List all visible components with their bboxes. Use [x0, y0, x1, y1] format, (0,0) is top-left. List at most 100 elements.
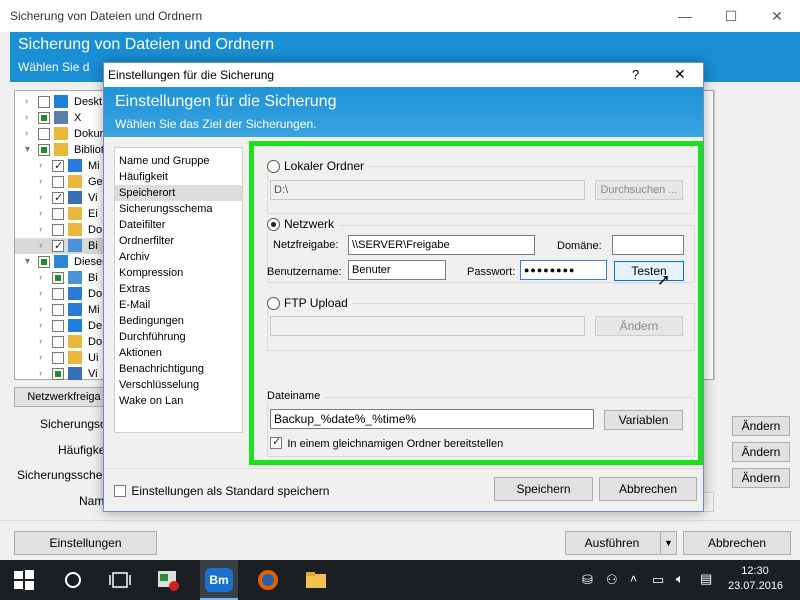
chevron-right-icon[interactable]: › — [39, 302, 49, 318]
tree-checkbox[interactable] — [52, 336, 64, 348]
variablen-button[interactable]: Variablen — [604, 410, 683, 430]
default-checkbox-row[interactable]: Einstellungen als Standard speichern — [114, 483, 329, 498]
tree-checkbox[interactable] — [52, 272, 64, 284]
chevron-right-icon[interactable]: › — [39, 334, 49, 350]
volume-icon[interactable]: 🔈︎ — [676, 571, 684, 587]
dateiname-field[interactable]: Backup_%date%_%time% — [270, 409, 594, 429]
people-icon[interactable]: ⚇ — [606, 572, 618, 588]
tree-checkbox[interactable] — [38, 256, 50, 268]
tree-row[interactable]: › X — [15, 110, 115, 126]
chevron-right-icon[interactable]: › — [25, 126, 35, 142]
tree-checkbox[interactable] — [38, 96, 50, 108]
nav-item[interactable]: Durchführung — [115, 329, 242, 345]
tree-checkbox[interactable] — [52, 158, 64, 174]
ftp-option[interactable]: FTP Upload — [267, 296, 352, 310]
dropdown-arrow-icon[interactable]: ▼ — [660, 532, 676, 554]
tree-checkbox[interactable] — [52, 352, 64, 364]
chevron-right-icon[interactable]: › — [39, 366, 49, 382]
tree-row[interactable]: › Vi — [15, 190, 115, 206]
chevron-right-icon[interactable]: › — [39, 206, 49, 222]
tree-row[interactable]: › Vi — [15, 366, 115, 382]
netzwerk-option[interactable]: Netzwerk — [267, 217, 339, 231]
nav-item[interactable]: Speicherort — [115, 185, 242, 201]
passwort-field[interactable]: ●●●●●●●● — [520, 260, 607, 280]
nav-item[interactable]: Name und Gruppe — [115, 153, 242, 169]
main-cancel-button[interactable]: Abbrechen — [683, 531, 791, 555]
chevron-right-icon[interactable]: › — [39, 318, 49, 334]
tree-checkbox[interactable] — [52, 208, 64, 220]
tree-checkbox[interactable] — [52, 304, 64, 316]
firefox-icon[interactable] — [256, 568, 280, 592]
chevron-right-icon[interactable]: › — [25, 94, 35, 110]
dialog-close-icon[interactable]: ✕ — [674, 66, 686, 83]
chevron-down-icon[interactable]: ▾ — [25, 142, 35, 158]
browse-button[interactable]: Durchsuchen ... — [595, 180, 683, 200]
nav-item[interactable]: Aktionen — [115, 345, 242, 361]
sicherungsschema-change-button[interactable]: Ändern — [732, 468, 790, 488]
tree-row[interactable]: › Bi — [15, 238, 115, 254]
haeufigkeit-change-button[interactable]: Ändern — [732, 442, 790, 462]
nav-item[interactable]: Verschlüsselung — [115, 377, 242, 393]
active-task-highlight[interactable]: Bm — [200, 560, 238, 600]
nav-item[interactable]: Wake on Lan — [115, 393, 242, 409]
clock[interactable]: 12:30 23.07.2016 — [728, 564, 783, 594]
local-path-field[interactable]: D:\ — [270, 180, 585, 200]
file-explorer-icon[interactable] — [304, 568, 328, 592]
ftp-change-button[interactable]: Ändern — [595, 316, 683, 336]
maximize-icon[interactable]: ☐ — [708, 0, 754, 32]
task-view-icon[interactable] — [108, 568, 132, 592]
minimize-icon[interactable]: — — [662, 0, 708, 32]
tree-checkbox[interactable] — [52, 320, 64, 332]
chevron-right-icon[interactable]: › — [39, 222, 49, 238]
tree-row[interactable]: › Do — [15, 286, 115, 302]
chevron-right-icon[interactable]: › — [39, 286, 49, 302]
tree-row[interactable]: › Deskt — [15, 94, 115, 110]
tree-row[interactable]: ▾ Dieser — [15, 254, 115, 270]
backup-app-icon[interactable] — [156, 568, 180, 592]
tree-checkbox[interactable] — [52, 238, 64, 254]
tree-row[interactable]: › Dokur — [15, 126, 115, 142]
ftp-field[interactable] — [270, 316, 585, 336]
main-titlebar[interactable]: Sicherung von Dateien und Ordnern — ☐ ✕ — [0, 0, 800, 32]
nav-item[interactable]: Extras — [115, 281, 242, 297]
chevron-right-icon[interactable]: › — [39, 350, 49, 366]
nav-item[interactable]: Dateifilter — [115, 217, 242, 233]
tray-backup-icon[interactable]: ⛁ — [582, 572, 593, 588]
nav-item[interactable]: E-Mail — [115, 297, 242, 313]
lokaler-ordner-radio[interactable] — [267, 160, 280, 173]
default-checkbox[interactable] — [114, 485, 126, 497]
network-icon[interactable]: ▭ — [652, 572, 664, 588]
tree-row[interactable]: ▾ Bibliot — [15, 142, 115, 158]
folder-checkbox-row[interactable]: In einem gleichnamigen Ordner bereitstel… — [270, 435, 503, 450]
close-icon[interactable]: ✕ — [754, 0, 800, 32]
domaene-field[interactable] — [612, 235, 684, 255]
tree-row[interactable]: › Bi — [15, 270, 115, 286]
tray-chevron-icon[interactable]: ˄ — [630, 572, 637, 586]
tree-checkbox[interactable] — [38, 112, 50, 124]
chevron-right-icon[interactable]: › — [39, 158, 49, 174]
netzwerkfreigabe-button[interactable]: Netzwerkfreiga — [14, 387, 114, 407]
help-icon[interactable]: ? — [632, 67, 639, 82]
chevron-right-icon[interactable]: › — [25, 110, 35, 126]
tree-row[interactable]: › Do — [15, 334, 115, 350]
tree-row[interactable]: › Mi — [15, 158, 115, 174]
nav-item[interactable]: Ordnerfilter — [115, 233, 242, 249]
search-circle-icon[interactable] — [61, 568, 85, 592]
notifications-icon[interactable]: ▤ — [700, 571, 712, 587]
chevron-right-icon[interactable]: › — [39, 174, 49, 190]
tree-row[interactable]: › Ei — [15, 206, 115, 222]
tree-checkbox[interactable] — [52, 176, 64, 188]
tree-checkbox[interactable] — [52, 288, 64, 300]
ausfuehren-button[interactable]: Ausführen ▼ — [565, 531, 677, 555]
nav-item[interactable]: Bedingungen — [115, 313, 242, 329]
tree-checkbox[interactable] — [52, 368, 64, 380]
chevron-down-icon[interactable]: ▾ — [25, 254, 35, 270]
nav-item[interactable]: Sicherungsschema — [115, 201, 242, 217]
lokaler-ordner-option[interactable]: Lokaler Ordner — [267, 159, 369, 173]
chevron-right-icon[interactable]: › — [39, 238, 49, 254]
settings-nav-list[interactable]: Name und Gruppe Häufigkeit Speicherort Sich… — [114, 147, 243, 433]
nav-item[interactable]: Kompression — [115, 265, 242, 281]
tree-checkbox[interactable] — [52, 190, 64, 206]
tree-row[interactable]: › Mi — [15, 302, 115, 318]
dialog-titlebar[interactable]: Einstellungen für die Sicherung ? ✕ — [104, 63, 703, 87]
